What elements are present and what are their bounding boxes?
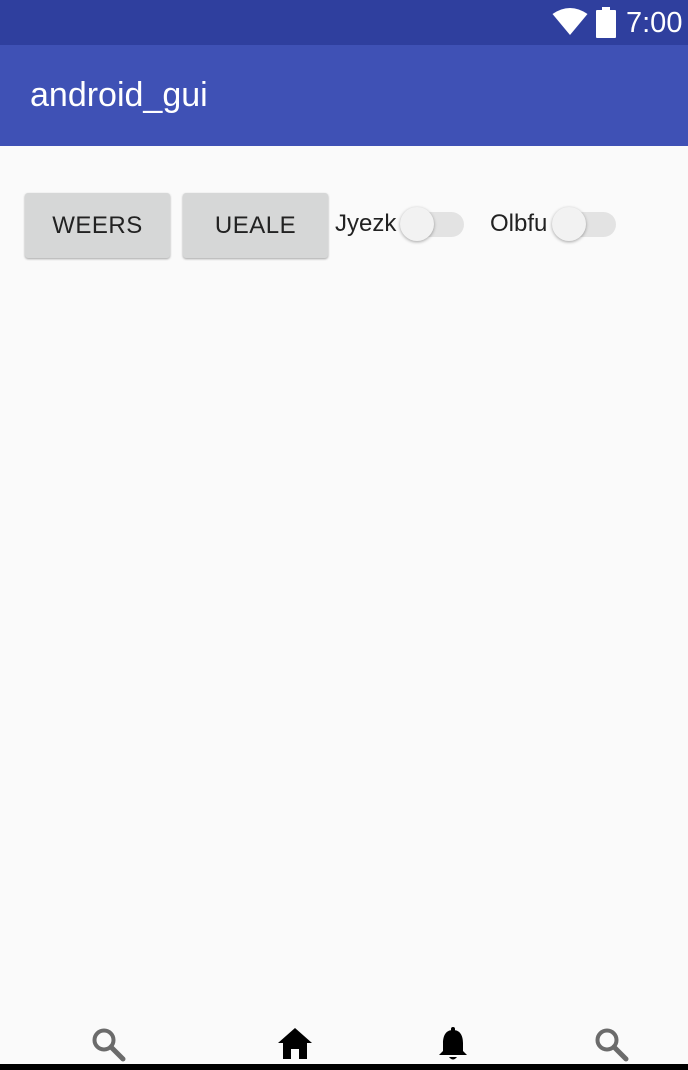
wifi-icon <box>552 8 588 35</box>
ueale-button[interactable]: UEALE <box>183 193 328 258</box>
home-icon[interactable] <box>277 1026 313 1062</box>
bell-icon[interactable] <box>435 1026 471 1062</box>
search-icon[interactable] <box>593 1026 629 1062</box>
switch-olbfu-thumb[interactable] <box>552 207 586 241</box>
status-time: 7:00 <box>626 7 683 39</box>
app-title: android_gui <box>30 76 208 114</box>
weers-button[interactable]: WEERS <box>25 193 170 258</box>
switch-label-jyezk: Jyezk <box>335 210 397 237</box>
app-screen: 7:00 android_gui WEERS UEALE Jyezk Olbfu <box>0 0 688 1070</box>
app-bar: android_gui <box>0 45 688 146</box>
switch-label-olbfu: Olbfu <box>490 210 548 237</box>
status-bar: 7:00 <box>0 0 688 45</box>
bottom-divider <box>0 1064 688 1070</box>
switch-jyezk-thumb[interactable] <box>400 207 434 241</box>
search-icon[interactable] <box>90 1026 126 1062</box>
battery-icon <box>596 7 616 38</box>
